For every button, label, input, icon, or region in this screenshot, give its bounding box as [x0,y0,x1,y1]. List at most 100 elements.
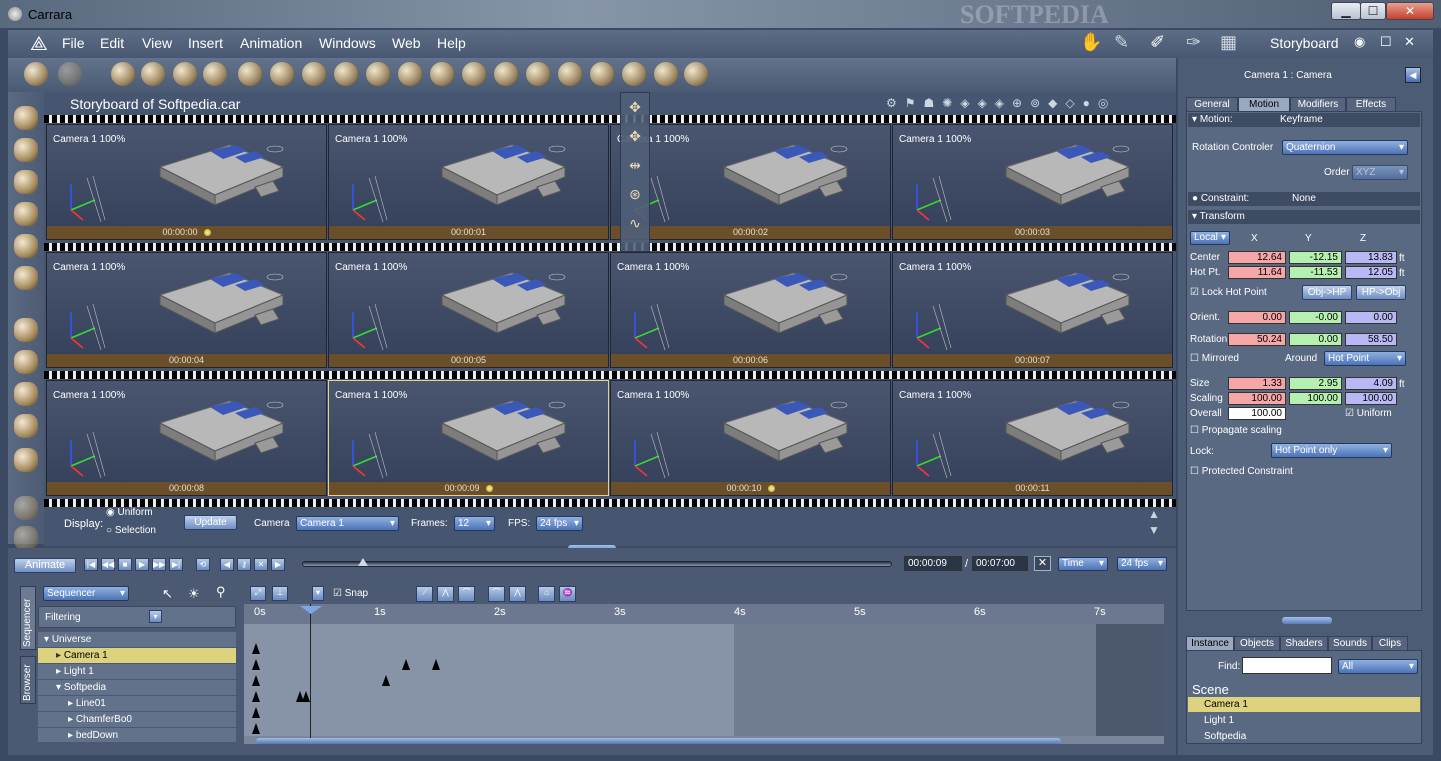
delete-key-icon[interactable]: ✕ [254,558,268,571]
keyframe-marker[interactable] [252,723,260,734]
move-vertical-icon[interactable]: ✥ [621,122,649,151]
stop-icon[interactable]: ■ [118,558,132,571]
prev-key-icon[interactable]: ◀ [220,558,234,571]
go-end-icon[interactable]: ▶| [169,558,183,571]
timeline-fps-select[interactable]: 24 fps [1117,557,1167,571]
uniform-checkbox[interactable]: ☑ Uniform [1345,408,1392,419]
menu-view[interactable]: View [142,35,172,51]
trackball-icon[interactable] [14,414,38,438]
hotpt-z-field[interactable]: 12.05 [1345,266,1397,279]
keyframe-marker[interactable] [252,675,260,686]
storyboard-frame[interactable]: Camera 1 100% 00:00:01 [328,124,609,240]
menu-animation[interactable]: Animation [240,35,302,51]
sequencer-mode-select[interactable]: Sequencer [43,586,129,601]
tab-sequencer[interactable]: Sequencer [20,586,36,650]
storyboard-frame[interactable]: Camera 1 100% 00:00:11 [892,380,1173,496]
center-z-field[interactable]: 13.83 [1345,251,1397,264]
center-y-field[interactable]: -12.15 [1289,251,1342,264]
bowl-icon[interactable] [526,62,550,86]
tab-modifiers[interactable]: Modifiers [1290,97,1346,111]
restore-icon[interactable]: ☐ [1380,34,1392,50]
fit-icon[interactable]: ⤢ [250,586,266,601]
tab-motion[interactable]: Motion [1238,97,1290,111]
storyboard-room-icon[interactable]: ✐ [1150,32,1165,53]
storyboard-frame[interactable]: Camera 1 100% 00:00:08 [46,380,327,496]
storyboard-frame[interactable]: Camera 1 100% 00:00:10 [610,380,891,496]
timeline-scrollbar[interactable] [256,738,1061,744]
update-button[interactable]: Update [184,515,237,530]
browser-splitter[interactable] [1282,617,1332,624]
lock-select[interactable]: Hot Point only [1271,443,1392,458]
collapsed-arrow-icon[interactable]: ▸ [56,650,61,661]
tab-effects[interactable]: Effects [1346,97,1396,111]
panel-toggle-icon[interactable]: ◀ [1405,67,1421,83]
size-x-field[interactable]: 1.33 [1228,377,1286,390]
loop-icon[interactable]: ⟲ [196,558,210,571]
orient-x-field[interactable]: 0.00 [1228,311,1286,324]
sphere-icon[interactable] [111,62,135,86]
spotlight-icon[interactable] [684,62,708,86]
tween-out-icon[interactable]: ⋀ [509,586,526,602]
view-mode-icons[interactable]: ⚙⚑☗✺◈◈◈⊕⊚◆◇●◎ [886,96,1156,112]
cube-view-icon[interactable] [14,448,38,472]
obj-hp-button[interactable]: Obj->HP [1302,285,1352,300]
rotation-y-field[interactable]: 0.00 [1289,333,1342,346]
storyboard-frame[interactable]: Camera 1 100% 00:00:02 [610,124,891,240]
scaling-x-field[interactable]: 100.00 [1228,392,1286,405]
sun-icon[interactable]: ☀ [188,586,200,602]
keyframe-marker[interactable] [252,691,260,702]
tab-clips[interactable]: Clips [1372,636,1408,650]
overall-field[interactable]: 100.00 [1228,407,1286,420]
pointer-icon[interactable]: ↖ [162,586,173,602]
collapsed-arrow-icon[interactable]: ▸ [68,698,73,709]
lock-hot-point-checkbox[interactable]: ☑ Lock Hot Point [1190,287,1267,298]
tab-browser[interactable]: Browser [20,656,36,704]
storyboard-frame[interactable]: Camera 1 100% 00:00:00 [46,124,327,240]
mirrored-checkbox[interactable]: ☐ Mirrored [1190,353,1239,364]
figure-icon[interactable] [203,62,227,86]
browser-item-camera-1[interactable]: Camera 1 [1188,697,1420,712]
animate-button[interactable]: Animate [14,558,76,573]
minimize-button[interactable]: ▁ [1331,2,1361,20]
move-plane-icon[interactable] [14,318,38,342]
go-start-icon[interactable]: |◀ [84,558,98,571]
fire-icon[interactable] [430,62,454,86]
storyboard-frame[interactable]: Camera 1 100% 00:00:05 [328,252,609,368]
expanded-arrow-icon[interactable]: ▾ [56,682,61,693]
path-icon[interactable]: ∿ [621,209,649,238]
constraint-section[interactable]: ● Constraint: None [1188,192,1420,206]
menu-file[interactable]: File [62,35,85,51]
rotation-z-field[interactable]: 58.50 [1345,333,1397,346]
key-icon[interactable]: ⚷ [237,558,251,571]
total-time-field[interactable]: 00:07:00 [972,556,1028,571]
fast-forward-icon[interactable]: ▶▶ [152,558,166,571]
play-icon[interactable]: ▶ [135,558,149,571]
keyframe-marker[interactable] [252,707,260,718]
eye-icon[interactable]: ◉ [1354,34,1365,50]
model-room-icon[interactable]: ✎ [1114,32,1129,53]
tab-shaders[interactable]: Shaders [1280,636,1328,650]
move-all-icon[interactable]: ✥ [621,93,649,122]
browser-item-softpedia[interactable]: Softpedia [1188,729,1420,741]
center-x-field[interactable]: 12.64 [1228,251,1286,264]
collapsed-arrow-icon[interactable]: ▸ [68,714,73,725]
target-icon[interactable] [654,62,678,86]
rotate-icon[interactable] [14,170,38,194]
menu-windows[interactable]: Windows [319,35,376,51]
keyframe-marker[interactable] [432,659,440,670]
scaling-y-field[interactable]: 100.00 [1289,392,1342,405]
fps-select[interactable]: 24 fps [536,516,583,531]
metaball-icon[interactable] [302,62,326,86]
propagate-checkbox[interactable]: ☐ Propagate scaling [1190,425,1282,436]
camera-select[interactable]: Camera 1 [296,516,399,531]
move-3d-icon[interactable] [14,350,38,374]
storyboard-frame[interactable]: Camera 1 100% 00:00:06 [610,252,891,368]
orient-y-field[interactable]: -0.00 [1289,311,1342,324]
keyframe-marker[interactable] [302,691,310,702]
storyboard-frame[interactable]: Camera 1 100% 00:00:07 [892,252,1173,368]
transform-section[interactable]: ▾ Transform [1188,210,1420,224]
find-filter-select[interactable]: All [1338,659,1418,674]
globe-icon[interactable] [173,62,197,86]
plant-icon[interactable] [366,62,390,86]
close-button[interactable]: ✕ [1386,2,1434,20]
